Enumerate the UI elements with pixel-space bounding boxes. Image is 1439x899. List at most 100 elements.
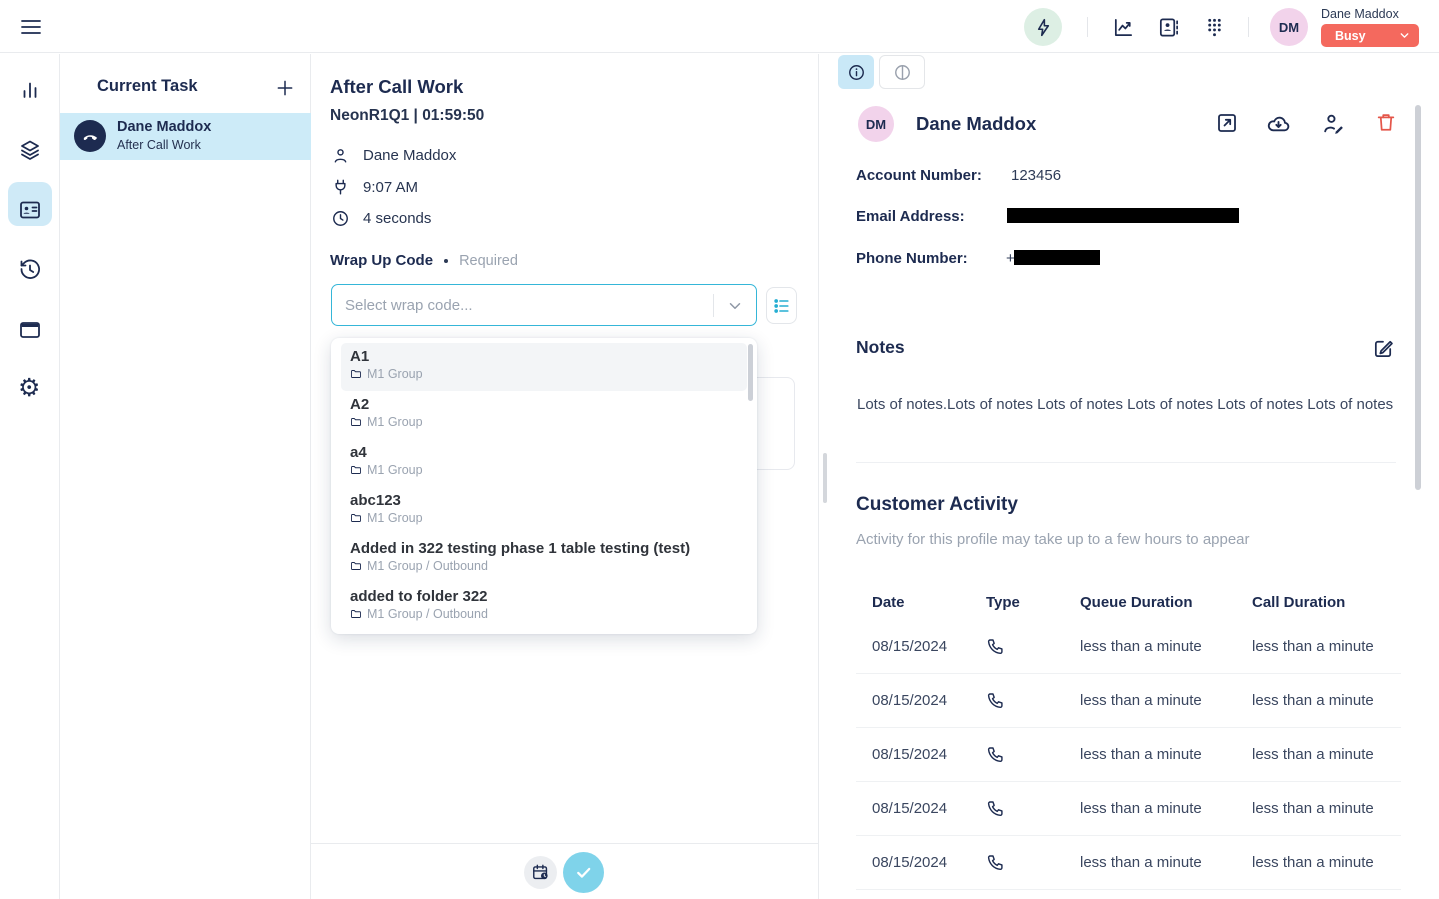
dialpad-button[interactable] [1203,16,1226,39]
tab-profile-info[interactable] [838,55,874,89]
folder-icon [350,368,362,380]
folder-icon [350,608,362,620]
task-type-label: After Call Work [117,138,201,152]
notes-divider [856,462,1396,463]
activity-row[interactable]: 08/15/2024 less than a minute less than … [856,782,1401,836]
nav-settings-button[interactable]: ⚙ [18,376,42,400]
phone-label: Phone Number: [856,250,968,267]
queue-duration: less than a minute [1080,854,1252,871]
user-name: Dane Maddox [1321,7,1399,21]
activity-row[interactable]: 08/15/2024 less than a minute less than … [856,674,1401,728]
wrap-code-input[interactable] [345,290,695,320]
select-divider [713,294,714,317]
folder-icon [350,464,362,476]
topbar-divider [1248,17,1249,37]
wrap-code-option[interactable]: a4 M1 Group [331,439,757,487]
task-subtitle: NeonR1Q1 | 01:59:50 [330,107,484,125]
nav-history-button[interactable] [18,258,42,282]
user-avatar[interactable]: DM [1270,8,1308,46]
account-number-label: Account Number: [856,167,982,184]
contact-book-icon [1157,16,1180,39]
delete-contact-button[interactable] [1375,111,1399,135]
queue-duration: less than a minute [1080,800,1252,817]
activity-table-header: Date Type Queue Duration Call Duration [856,584,1401,620]
right-panel-scrollbar[interactable] [1415,105,1421,490]
notes-text: Lots of notes.Lots of notes Lots of note… [857,396,1397,413]
wrap-code-option[interactable]: abc123 M1 Group [331,487,757,535]
activity-row[interactable]: 08/15/2024 less than a minute less than … [856,836,1401,890]
column-header-call-duration: Call Duration [1252,594,1401,611]
nav-analytics-button[interactable] [18,78,42,102]
activity-date: 08/15/2024 [872,854,986,871]
nav-contacts-button[interactable] [18,198,42,222]
chevron-down-icon [1398,29,1411,42]
bar-chart-icon [18,78,42,102]
folder-icon [350,416,362,428]
phone-icon [986,853,1080,872]
schedule-callback-button[interactable] [524,856,557,889]
tab-split-view[interactable] [879,55,925,89]
folder-icon [350,512,362,524]
folder-icon [350,560,362,572]
phone-icon [986,637,1080,656]
start-time: 9:07 AM [363,179,418,196]
task-title: After Call Work [330,76,463,98]
nav-browser-button[interactable] [18,318,42,342]
email-redaction-bar [1007,208,1239,223]
middle-panel-scrollbar[interactable] [823,453,827,503]
download-profile-button[interactable] [1266,111,1290,135]
call-duration: less than a minute [1252,854,1401,871]
wrap-up-code-label: Wrap Up Code [330,252,433,269]
check-icon [573,862,594,883]
external-link-icon [1215,111,1239,135]
profile-avatar: DM [858,106,894,142]
current-task-panel: Current Task Dane Maddox After Call Work [60,54,311,899]
add-task-button[interactable] [275,78,295,98]
profile-name: Dane Maddox [916,113,1036,135]
window-icon [18,318,42,342]
notes-title: Notes [856,337,905,358]
wrap-code-option[interactable]: added to folder 322 M1 Group / Outbound [331,583,757,631]
nav-tasks-button[interactable] [18,138,42,162]
start-time-row: 9:07 AM [331,178,418,197]
task-list-item[interactable]: Dane Maddox After Call Work [60,113,311,160]
phone-icon [986,745,1080,764]
quick-actions-button[interactable] [1024,8,1062,46]
wrap-code-option[interactable]: A1 M1 Group [341,343,747,391]
person-icon [331,146,350,165]
edit-contact-button[interactable] [1321,111,1345,135]
hamburger-menu-icon[interactable] [19,15,43,39]
avatar-initials: DM [1279,20,1299,35]
task-panel-title: Current Task [97,77,198,96]
edit-notes-button[interactable] [1372,337,1395,360]
queue-duration: less than a minute [1080,692,1252,709]
status-dropdown[interactable]: Busy [1321,24,1419,47]
call-duration: less than a minute [1252,638,1401,655]
calendar-clock-icon [531,863,550,882]
task-duration: 4 seconds [363,210,431,227]
phone-down-icon [81,127,100,146]
open-profile-button[interactable] [1215,111,1239,135]
contacts-button[interactable] [1157,16,1180,39]
task-avatar [74,120,106,152]
reporting-button[interactable] [1112,16,1135,39]
dialpad-icon [1203,16,1226,39]
wrap-code-option[interactable]: A2 M1 Group [331,391,757,439]
user-edit-icon [1321,111,1345,136]
activity-date: 08/15/2024 [872,746,986,763]
call-duration: less than a minute [1252,692,1401,709]
cloud-download-icon [1266,111,1290,136]
app-window: DM Dane Maddox Busy [0,0,1439,899]
wrap-code-list-button[interactable] [766,287,797,324]
duration-row: 4 seconds [331,209,431,228]
complete-task-button[interactable] [563,852,604,893]
activity-row[interactable]: 08/15/2024 less than a minute less than … [856,620,1401,674]
gear-icon: ⚙ [18,374,40,402]
chevron-down-icon[interactable] [726,297,744,315]
wrap-code-select[interactable] [331,284,757,326]
wrap-code-option[interactable]: Added in 322 testing phase 1 table testi… [331,535,757,583]
dropdown-scrollbar[interactable] [748,344,753,401]
task-contact-name: Dane Maddox [117,119,211,135]
activity-row[interactable]: 08/15/2024 less than a minute less than … [856,728,1401,782]
call-duration: less than a minute [1252,800,1401,817]
